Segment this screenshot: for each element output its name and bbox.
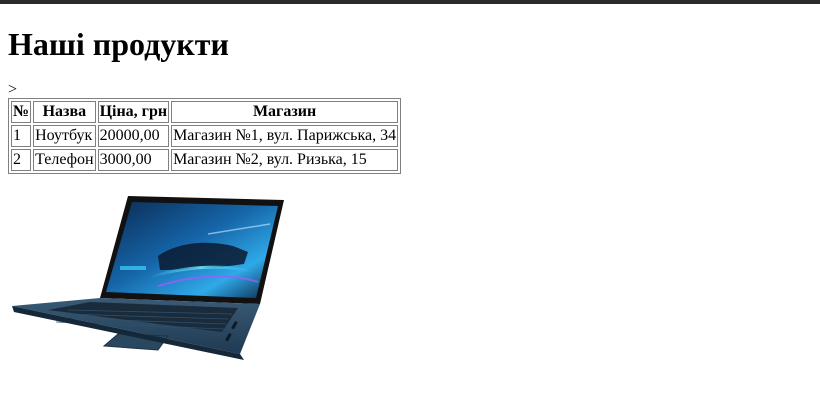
table-row: 1 Ноутбук 20000,00 Магазин №1, вул. Пари…: [11, 125, 399, 147]
cell-store: Магазин №2, вул. Ризька, 15: [171, 149, 399, 171]
column-header-price: Ціна, грн: [97, 101, 170, 123]
laptop-image: [8, 194, 288, 366]
cell-price: 20000,00: [97, 125, 170, 147]
cell-number: 2: [11, 149, 32, 171]
top-border-bar: [0, 0, 820, 4]
column-header-number: №: [11, 101, 32, 123]
laptop-icon: [12, 196, 284, 360]
cell-number: 1: [11, 125, 32, 147]
column-header-name: Назва: [33, 101, 96, 123]
products-table: № Назва Ціна, грн Магазин 1 Ноутбук 2000…: [8, 98, 402, 174]
table-header-row: № Назва Ціна, грн Магазин: [11, 101, 399, 123]
cell-name: Телефон: [33, 149, 96, 171]
cell-store: Магазин №1, вул. Парижська, 34: [171, 125, 399, 147]
table-row: 2 Телефон 3000,00 Магазин №2, вул. Ризьк…: [11, 149, 399, 171]
stray-text: >: [8, 81, 18, 98]
page-content: Наші продукти > № Назва Ціна, грн Магази…: [8, 22, 402, 174]
cell-name: Ноутбук: [33, 125, 96, 147]
cell-price: 3000,00: [97, 149, 170, 171]
column-header-store: Магазин: [171, 101, 399, 123]
page-title: Наші продукти: [8, 26, 229, 62]
